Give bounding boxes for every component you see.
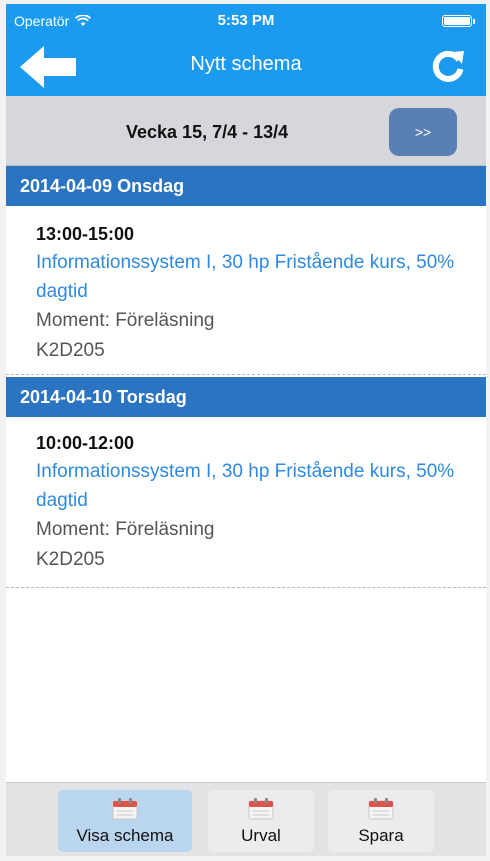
tab-label: Visa schema [76, 826, 174, 845]
event-room: K2D205 [36, 549, 105, 570]
app-frame: Operatör 5:53 PM Nytt schema Vecka 15, 7… [0, 0, 490, 861]
event-moment: Moment: Föreläsning [36, 519, 215, 540]
schedule-event[interactable]: 10:00-12:00 Informationssystem I, 30 hp … [6, 429, 486, 575]
status-bar: Operatör 5:53 PM [6, 4, 486, 36]
phone-screen: Operatör 5:53 PM Nytt schema Vecka 15, 7… [6, 4, 486, 856]
tab-bar: Visa schema Urval Spara [6, 782, 486, 856]
event-time: 10:00-12:00 [36, 433, 135, 453]
calendar-icon [368, 798, 394, 820]
event-course[interactable]: Informationssystem I, 30 hp Fristående k… [36, 457, 466, 515]
tab-spara[interactable]: Spara [328, 790, 434, 852]
event-divider [6, 587, 486, 588]
top-bar: Operatör 5:53 PM Nytt schema [6, 4, 486, 96]
calendar-icon [112, 798, 138, 820]
event-time: 13:00-15:00 [36, 224, 135, 244]
page-title: Nytt schema [190, 53, 302, 75]
day-header: 2014-04-09 Onsdag [6, 166, 486, 206]
refresh-button[interactable] [430, 48, 466, 84]
next-week-button[interactable]: >> [389, 108, 457, 156]
tab-visa-schema[interactable]: Visa schema [58, 790, 192, 852]
tab-label: Spara [358, 826, 404, 845]
tab-urval[interactable]: Urval [208, 790, 314, 852]
calendar-icon [248, 798, 274, 820]
event-moment: Moment: Föreläsning [36, 310, 215, 331]
navigation-bar: Nytt schema [6, 36, 486, 96]
battery-icon [442, 15, 475, 27]
day-header: 2014-04-10 Torsdag [6, 377, 486, 417]
event-divider [6, 374, 486, 375]
event-course[interactable]: Informationssystem I, 30 hp Fristående k… [36, 248, 466, 306]
refresh-icon [432, 50, 464, 82]
event-room: K2D205 [36, 340, 105, 361]
schedule-event[interactable]: 13:00-15:00 Informationssystem I, 30 hp … [6, 220, 486, 366]
status-time: 5:53 PM [217, 12, 275, 29]
tab-label: Urval [241, 826, 281, 845]
week-selector: Vecka 15, 7/4 - 13/4 >> [6, 96, 486, 166]
week-label: Vecka 15, 7/4 - 13/4 [126, 122, 289, 142]
